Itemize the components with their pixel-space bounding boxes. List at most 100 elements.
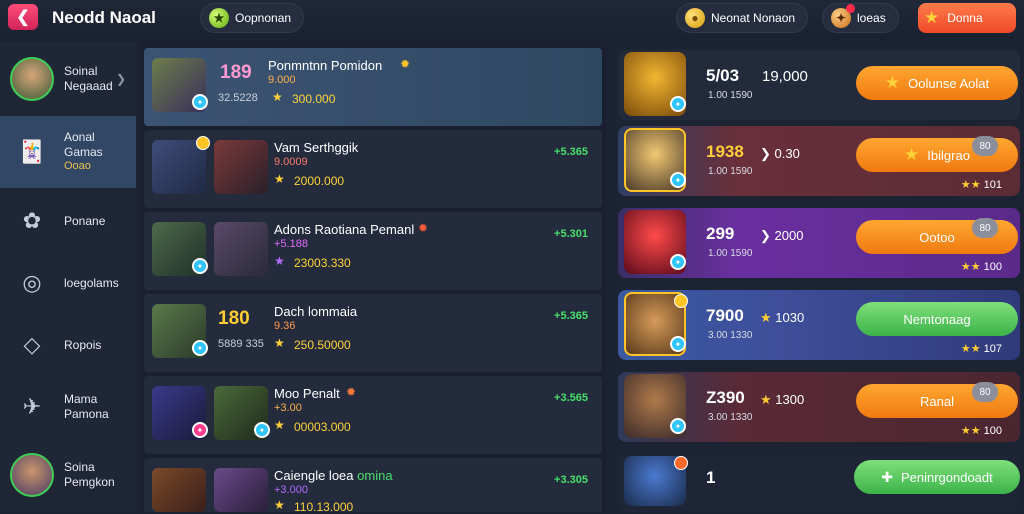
row-points: 2000.000 xyxy=(294,174,345,188)
chevron-right-icon: ❯ xyxy=(115,71,126,86)
reward-card[interactable]: ✦ 5/03 19,000 1.00 1590 ★ Oolunse Aolat xyxy=(618,50,1020,120)
game-thumbnail xyxy=(152,468,206,512)
alert-badge-icon xyxy=(674,456,688,470)
card-stars-value: 107 xyxy=(983,343,1002,355)
card-value: 5/03 xyxy=(706,66,740,85)
search-pill-label: Oopnonan xyxy=(235,11,292,25)
row-change: +3.565 xyxy=(554,392,588,404)
row-sub: +5.188 xyxy=(274,238,308,250)
sidebar-item-games[interactable]: 🃏 Aonal Gamas Ooao xyxy=(0,116,136,188)
row-points: 250.50000 xyxy=(294,338,351,352)
leaderboard-list: ✦ 189 Ponmntnn Pomidon ✹ 9.000 32.5228 ★… xyxy=(140,42,606,514)
card-amount-text: 2000 xyxy=(774,228,804,243)
verified-icon: ✦ xyxy=(670,418,686,434)
card-action-button[interactable]: ✚ Peninrgondoadt xyxy=(854,460,1020,494)
currency-label: Neonat Nonaon xyxy=(711,11,796,25)
row-change: +5.365 xyxy=(554,310,588,322)
sidebar-item-sub: Pemgkon xyxy=(64,475,115,489)
row-sub: 9.36 xyxy=(274,320,296,332)
star-icon: ★ xyxy=(884,73,901,92)
games-icon: 🃏 xyxy=(18,139,46,165)
gift-pill[interactable]: ✦ loeas xyxy=(822,3,899,33)
star-icon: ★ xyxy=(274,336,285,350)
card-action-button[interactable]: ★ Oolunse Aolat xyxy=(856,66,1018,100)
card-amount: ★ 1030 xyxy=(760,310,805,325)
list-item[interactable]: ✦ ✦ Moo Penalt ✹ +3.00 ★ 00003.000 +3.56… xyxy=(144,376,602,454)
reward-card[interactable]: ✦ 1938 ❯ 0.30 1.00 1590 ★ Ibilgrao 80 ★★… xyxy=(618,126,1020,196)
sidebar-item-label2: Gamas xyxy=(64,145,103,160)
row-points: 23003.330 xyxy=(294,256,351,270)
row-title: Ponmntnn Pomidon xyxy=(268,58,383,73)
row-change: +3.305 xyxy=(554,474,588,486)
game-thumbnail xyxy=(214,140,268,194)
card-stars-value: 100 xyxy=(983,261,1002,273)
card-button-label: Ibilgrao xyxy=(927,147,970,163)
reward-card[interactable]: ✦ 299 ❯ 2000 1.00 1590 Ootoo 80 ★★ 100 xyxy=(618,208,1020,278)
card-action-button[interactable]: Nemtonaag xyxy=(856,302,1018,336)
card-value: 7900 xyxy=(706,306,744,325)
sidebar-item-label: Mama xyxy=(64,392,98,406)
list-item[interactable]: ✦ 189 Ponmntnn Pomidon ✹ 9.000 32.5228 ★… xyxy=(144,48,602,126)
card-button-label: Ootoo xyxy=(919,229,955,245)
card-button-label: Nemtonaag xyxy=(903,311,971,327)
lock-badge: 80 xyxy=(972,382,998,402)
star-badge-icon: ✹ xyxy=(400,57,411,71)
gift-icon: ✦ xyxy=(831,4,855,28)
sidebar-item-programs[interactable]: ◎ loegolams xyxy=(0,252,136,314)
verified-icon: ✦ xyxy=(670,254,686,270)
card-amount: ★ 1300 xyxy=(760,392,805,407)
list-item[interactable]: ✦ Adons Raotiana Pemanl ✹ +5.188 ★ 23003… xyxy=(144,212,602,290)
card-amount-text: 1300 xyxy=(775,392,805,407)
top-bar: ❮ Neodd Naoal ★ Oopnonan ● Neonat Nonaon… xyxy=(0,0,1024,40)
star-icon: ★ xyxy=(904,145,920,164)
card-button-label: Oolunse Aolat xyxy=(908,75,990,91)
row-points: 300.000 xyxy=(292,92,336,106)
gamepad-icon: ✚ xyxy=(881,468,893,485)
sidebar-item-label: Aonal xyxy=(64,130,95,145)
reward-card[interactable]: 1 ✚ Peninrgondoadt xyxy=(618,454,1020,512)
verified-icon: ✦ xyxy=(670,96,686,112)
star-icon: ★ xyxy=(274,254,285,268)
row-title-tag: omina xyxy=(357,468,393,483)
gem-icon: ★ xyxy=(209,8,229,28)
row-title-text: Caiengle loea xyxy=(274,468,354,483)
card-detail: 1.00 1590 xyxy=(708,248,753,259)
sidebar-item-label: Soinal xyxy=(64,64,98,78)
card-stars: ★★ 100 xyxy=(960,261,1002,273)
reward-card[interactable]: ✦ 7900 ★ 1030 3.00 1330 Nemtonaag ★★ 107 xyxy=(618,290,1020,360)
sidebar-item-reports[interactable]: ◇ Ropois xyxy=(0,314,136,376)
sidebar-item-profile[interactable]: Soinal Negaaad ❯ xyxy=(0,48,136,110)
star-icon: ★ xyxy=(924,8,940,27)
currency-pill[interactable]: ● Neonat Nonaon xyxy=(676,3,809,33)
list-item[interactable]: Caiengle loea omina +3.000 ★ 110.13.000 … xyxy=(144,458,602,514)
gold-badge-icon xyxy=(674,294,688,308)
card-amount-text: 0.30 xyxy=(774,146,800,161)
card-stars-value: 100 xyxy=(983,425,1002,437)
back-arrow-icon[interactable]: ❮ xyxy=(8,4,38,30)
sidebar-item-mama[interactable]: ✈ Mama Pamona xyxy=(0,376,136,438)
verified-icon: ✦ xyxy=(192,340,208,356)
search-pill[interactable]: ★ Oopnonan xyxy=(200,3,305,33)
top-cta-button[interactable]: ★ Donna xyxy=(918,3,1016,33)
verified-icon: ✦ xyxy=(192,422,208,438)
card-amount-text: 1030 xyxy=(775,310,805,325)
card-amount: ❯ 0.30 xyxy=(760,146,800,161)
sidebar-item-ponane[interactable]: ✿ Ponane xyxy=(0,190,136,252)
row-change: +5.365 xyxy=(554,146,588,158)
sidebar-item-soina[interactable]: Soina Pemgkon xyxy=(0,444,136,506)
rank-number: 180 xyxy=(218,308,250,329)
sidebar-item-sub: Pamona xyxy=(64,407,109,421)
card-stars: ★★ 101 xyxy=(960,179,1002,191)
card-value: 1938 xyxy=(706,142,744,161)
list-item[interactable]: ✦ 180 Dach lommaia 9.36 5889 335 ★ 250.5… xyxy=(144,294,602,372)
row-change: +5.301 xyxy=(554,228,588,240)
card-value: 299 xyxy=(706,224,735,243)
coin-icon: ● xyxy=(685,8,705,28)
list-item[interactable]: Vam Serthggik 9.0009 ★ 2000.000 +5.365 xyxy=(144,130,602,208)
row-title: Moo Penalt xyxy=(274,386,340,401)
reward-card[interactable]: ✦ Z390 ★ 1300 3.00 1330 Ranal 80 ★★ 100 xyxy=(618,372,1020,442)
sidebar-item-sub: Ooao xyxy=(64,160,91,173)
card-amount: 19,000 xyxy=(762,68,808,85)
sidebar-item-label: Ropois xyxy=(64,337,102,352)
verified-icon: ✦ xyxy=(192,258,208,274)
